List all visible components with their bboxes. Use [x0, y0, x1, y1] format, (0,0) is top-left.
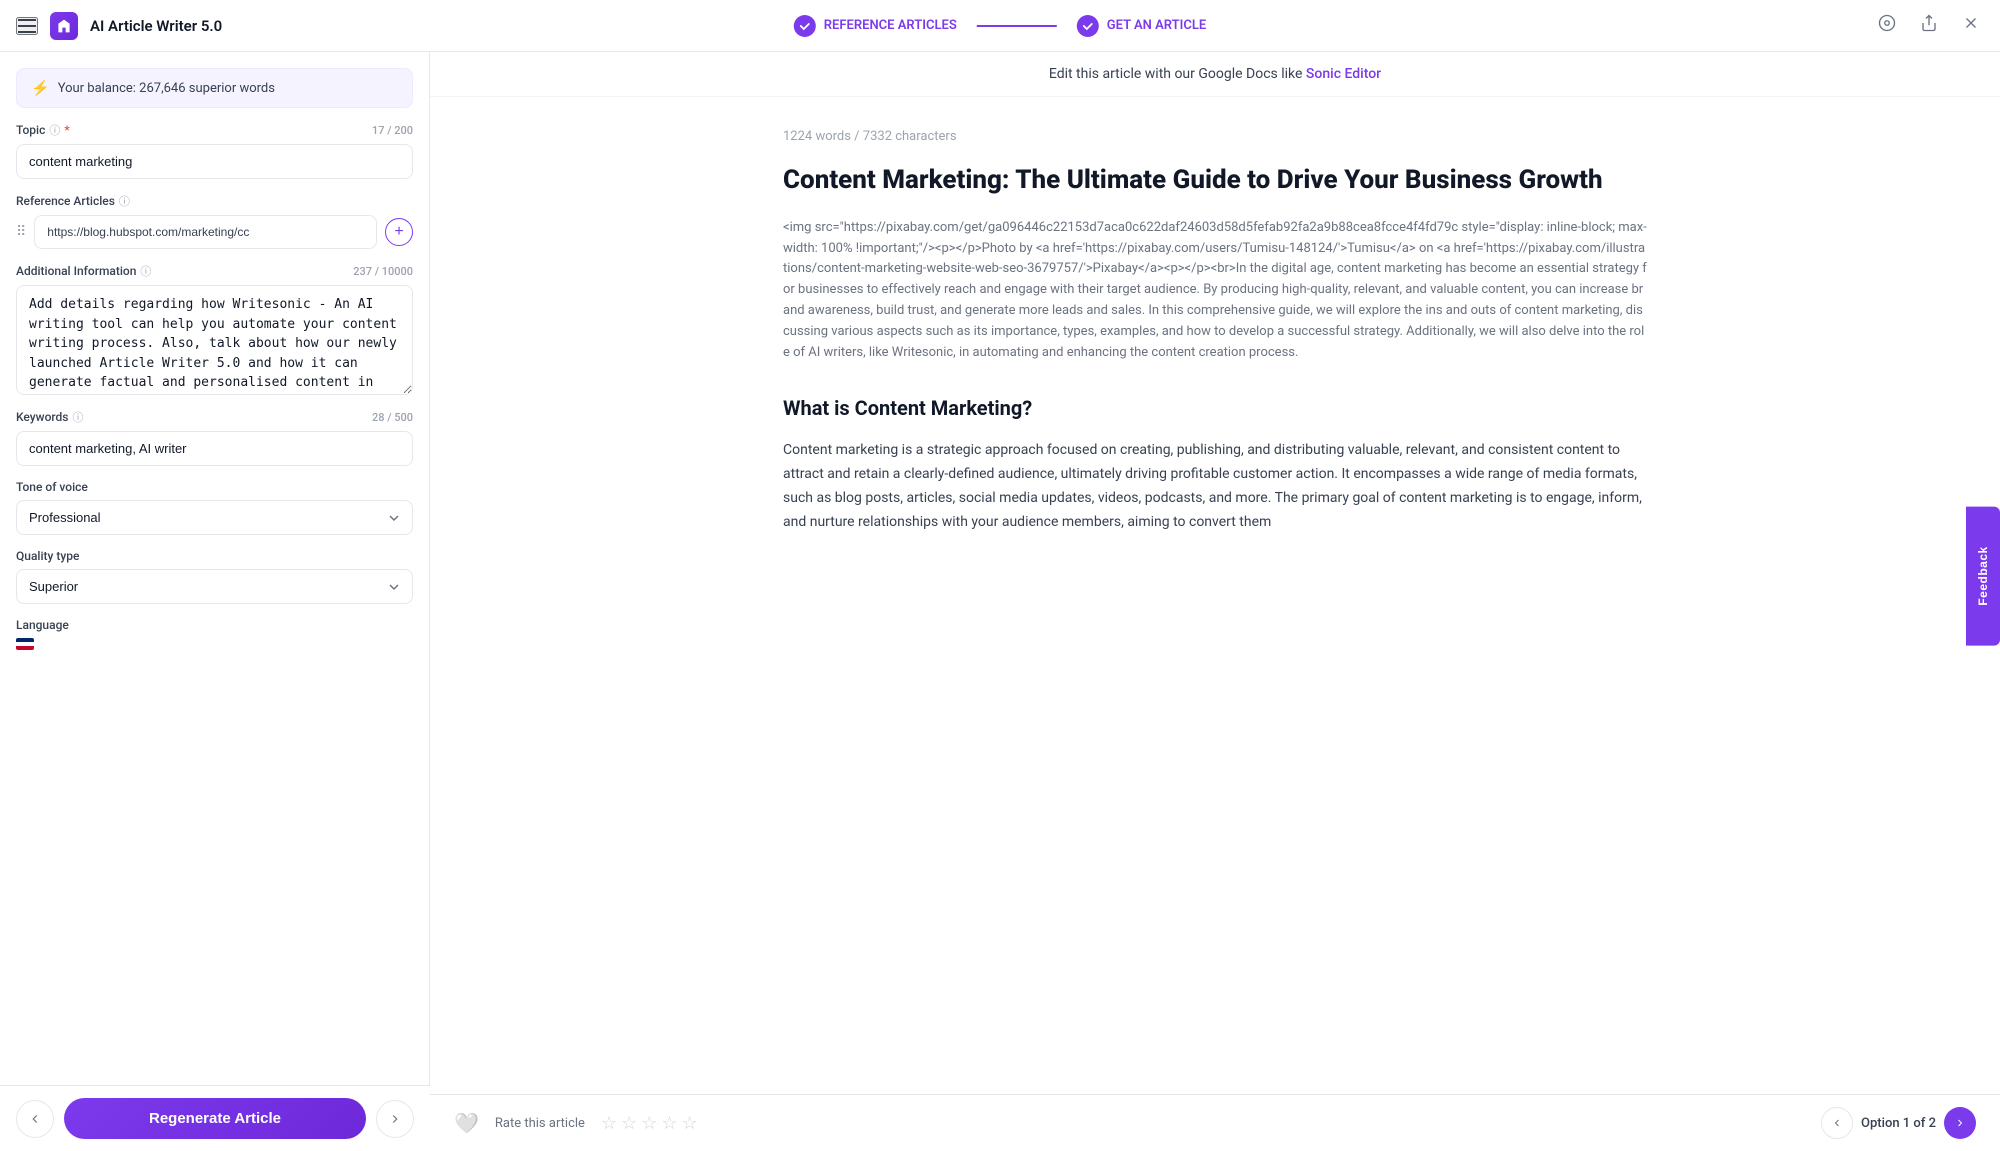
- balance-text: Your balance: 267,646 superior words: [58, 81, 275, 96]
- sonic-editor-link[interactable]: Sonic Editor: [1306, 66, 1381, 82]
- section2-title: What is Content Marketing?: [783, 391, 1647, 425]
- feedback-tab-button[interactable]: Feedback: [1966, 506, 2000, 645]
- article-bottom-bar: 🤍 Rate this article ☆ ☆ ☆ ☆ ☆ Option 1 o…: [430, 1094, 2000, 1151]
- next-button[interactable]: [376, 1100, 414, 1138]
- language-field-group: Language: [16, 618, 413, 650]
- edit-bar: Edit this article with our Google Docs l…: [430, 52, 2000, 97]
- step1-label: REFERENCE ARTICLES: [824, 18, 957, 33]
- star-5[interactable]: ☆: [682, 1113, 698, 1134]
- step-get-article[interactable]: GET AN ARTICLE: [1061, 9, 1222, 43]
- tone-label: Tone of voice: [16, 480, 88, 494]
- article-area: 1224 words / 7332 characters Content Mar…: [735, 97, 1695, 615]
- ref-url-input[interactable]: [34, 215, 377, 249]
- keywords-label-row: Keywords ⓘ 28 / 500: [16, 409, 413, 425]
- left-panel: ⚡ Your balance: 267,646 superior words T…: [0, 52, 430, 1151]
- keywords-info-icon[interactable]: ⓘ: [72, 409, 83, 425]
- prev-article-button[interactable]: [1821, 1107, 1853, 1139]
- article-navigation: Option 1 of 2: [1821, 1107, 1976, 1139]
- drag-handle-icon[interactable]: ⠿: [16, 224, 26, 240]
- star-4[interactable]: ☆: [661, 1113, 677, 1134]
- nav-right: [1874, 10, 1984, 41]
- tone-field-group: Tone of voice Professional Casual Formal…: [16, 480, 413, 535]
- like-button[interactable]: 🤍: [454, 1111, 479, 1136]
- regenerate-button[interactable]: Regenerate Article: [64, 1098, 366, 1139]
- quality-label-row: Quality type: [16, 549, 413, 563]
- main-layout: ⚡ Your balance: 267,646 superior words T…: [0, 52, 2000, 1151]
- additional-info-label: Additional Information: [16, 264, 136, 278]
- keywords-field-group: Keywords ⓘ 28 / 500: [16, 409, 413, 466]
- language-label-row: Language: [16, 618, 413, 632]
- logo-icon: [50, 12, 78, 40]
- star-3[interactable]: ☆: [641, 1113, 657, 1134]
- step-connector: [977, 25, 1057, 27]
- ref-articles-label: Reference Articles: [16, 194, 115, 208]
- rate-text: Rate this article: [495, 1116, 585, 1131]
- quality-field-group: Quality type Superior Premium Good: [16, 549, 413, 604]
- back-button[interactable]: [16, 1100, 54, 1138]
- close-icon-btn[interactable]: [1958, 10, 1984, 41]
- article-title: Content Marketing: The Ultimate Guide to…: [783, 164, 1647, 198]
- nav-left: AI Article Writer 5.0: [16, 12, 222, 40]
- topic-label: Topic: [16, 123, 45, 137]
- star-rating: ☆ ☆ ☆ ☆ ☆: [601, 1113, 698, 1134]
- step-reference-articles[interactable]: REFERENCE ARTICLES: [778, 9, 973, 43]
- app-title: AI Article Writer 5.0: [90, 17, 222, 35]
- top-navigation: AI Article Writer 5.0 REFERENCE ARTICLES…: [0, 0, 2000, 52]
- topic-required: *: [64, 123, 69, 137]
- star-2[interactable]: ☆: [621, 1113, 637, 1134]
- topic-field-group: Topic ⓘ * 17 / 200: [16, 122, 413, 179]
- topic-counter: 17 / 200: [372, 124, 413, 137]
- topic-label-row: Topic ⓘ * 17 / 200: [16, 122, 413, 138]
- quality-label: Quality type: [16, 549, 79, 563]
- step2-icon: [1077, 15, 1099, 37]
- keywords-counter: 28 / 500: [372, 411, 413, 424]
- keywords-label: Keywords: [16, 410, 68, 424]
- nav-steps: REFERENCE ARTICLES GET AN ARTICLE: [778, 9, 1222, 43]
- feedback-tab-wrapper: Feedback: [1966, 506, 2000, 645]
- section2-body: Content marketing is a strategic approac…: [783, 439, 1647, 534]
- word-count: 1224 words / 7332 characters: [783, 129, 1647, 144]
- settings-icon-btn[interactable]: [1874, 10, 1900, 41]
- tone-label-row: Tone of voice: [16, 480, 413, 494]
- topic-info-icon[interactable]: ⓘ: [49, 122, 60, 138]
- lightning-icon: ⚡: [31, 79, 50, 97]
- additional-info-label-row: Additional Information ⓘ 237 / 10000: [16, 263, 413, 279]
- ref-info-icon[interactable]: ⓘ: [119, 193, 130, 209]
- article-body: <img src="https://pixabay.com/get/ga0964…: [783, 218, 1647, 535]
- add-ref-button[interactable]: +: [385, 218, 413, 246]
- right-panel: Edit this article with our Google Docs l…: [430, 52, 2000, 1151]
- language-label: Language: [16, 618, 69, 632]
- language-display: [16, 638, 413, 650]
- edit-bar-text: Edit this article with our Google Docs l…: [1049, 66, 1303, 82]
- flag-icon: [16, 638, 34, 650]
- additional-info-field-group: Additional Information ⓘ 237 / 10000 Add…: [16, 263, 413, 395]
- topic-input[interactable]: [16, 144, 413, 179]
- ref-articles-label-row: Reference Articles ⓘ: [16, 193, 413, 209]
- hamburger-menu[interactable]: [16, 17, 38, 35]
- star-1[interactable]: ☆: [601, 1113, 617, 1134]
- step1-icon: [794, 15, 816, 37]
- step2-label: GET AN ARTICLE: [1107, 18, 1206, 33]
- additional-info-textarea[interactable]: Add details regarding how Writesonic - A…: [16, 285, 413, 395]
- next-article-button[interactable]: [1944, 1107, 1976, 1139]
- share-icon-btn[interactable]: [1916, 10, 1942, 41]
- ref-articles-field-group: Reference Articles ⓘ ⠿ +: [16, 193, 413, 249]
- keywords-input[interactable]: [16, 431, 413, 466]
- tone-select[interactable]: Professional Casual Formal Humorous Insp…: [16, 500, 413, 535]
- ref-article-row: ⠿ +: [16, 215, 413, 249]
- quality-select[interactable]: Superior Premium Good: [16, 569, 413, 604]
- article-img-paragraph: <img src="https://pixabay.com/get/ga0964…: [783, 218, 1647, 364]
- additional-info-icon[interactable]: ⓘ: [140, 263, 151, 279]
- bottom-actions-bar: Regenerate Article: [0, 1085, 430, 1151]
- option-label: Option 1 of 2: [1861, 1116, 1936, 1131]
- additional-counter: 237 / 10000: [353, 265, 413, 278]
- balance-bar: ⚡ Your balance: 267,646 superior words: [16, 68, 413, 108]
